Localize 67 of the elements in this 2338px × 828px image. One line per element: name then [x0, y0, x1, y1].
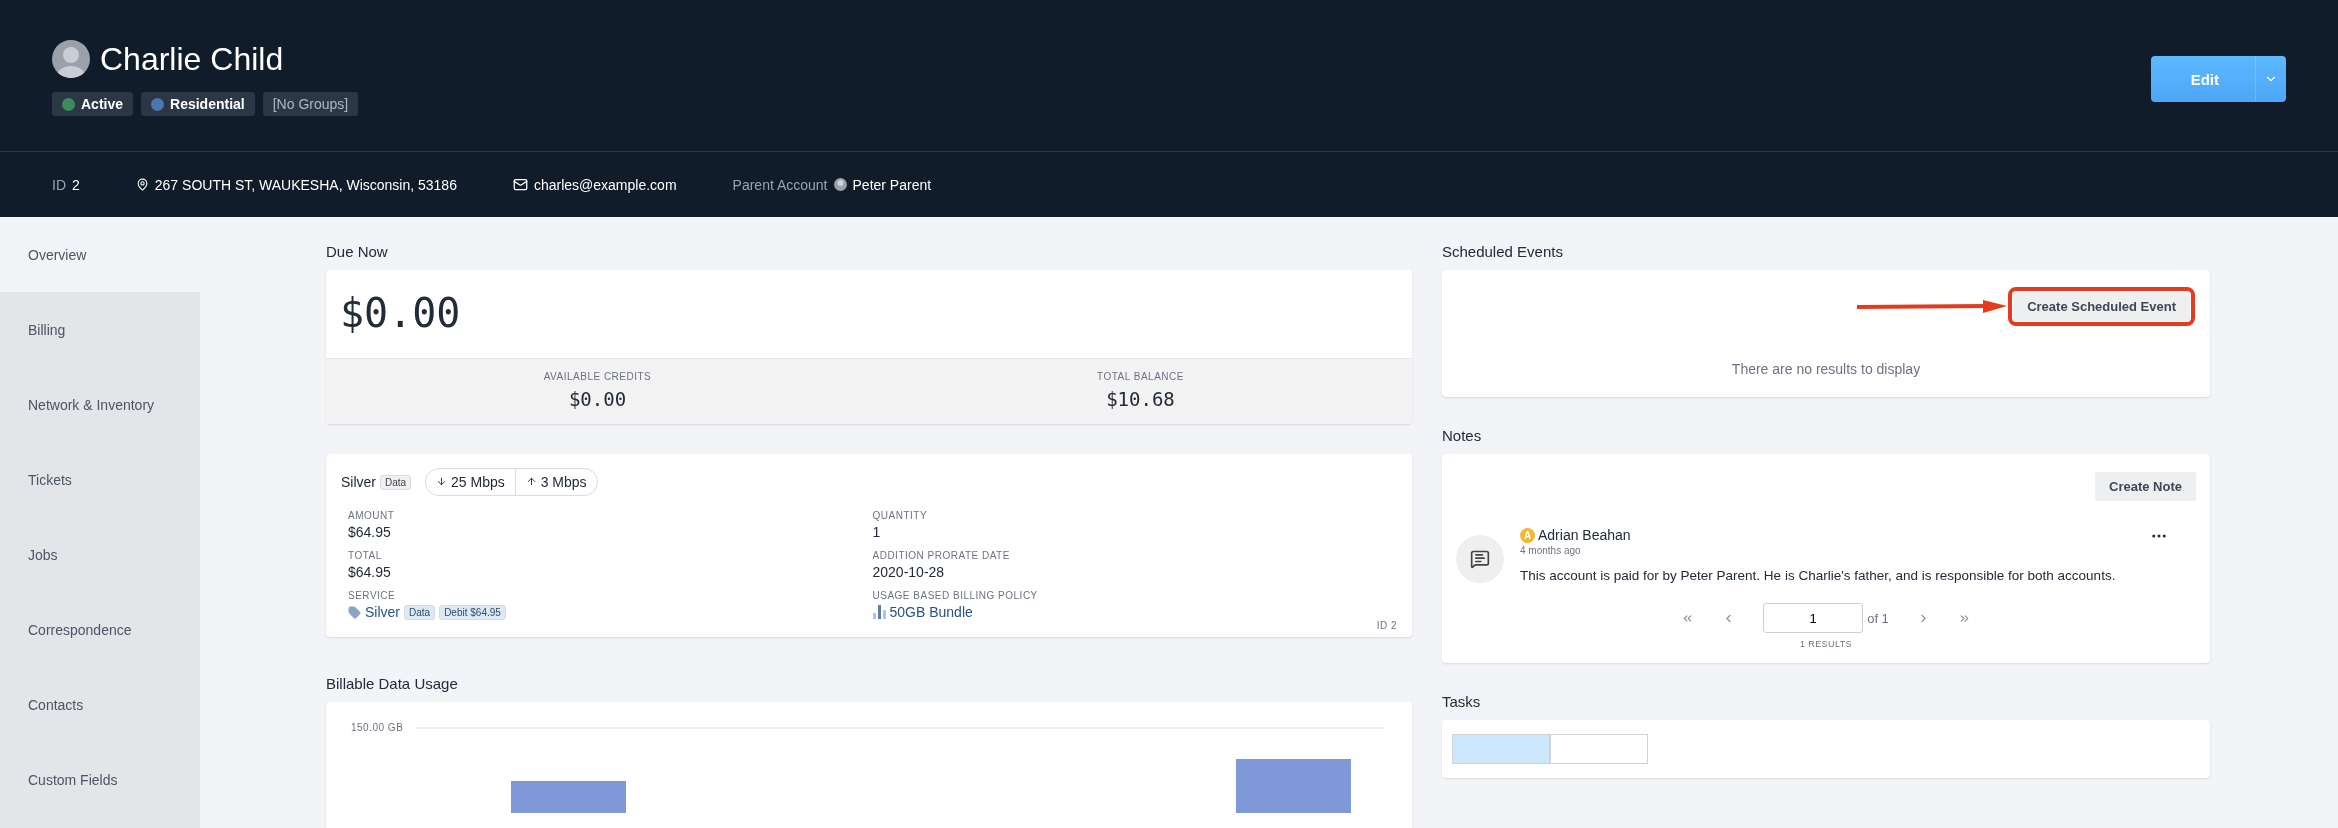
stat-label: AVAILABLE CREDITS — [543, 371, 652, 382]
customer-name: Charlie Child — [100, 40, 284, 78]
field-label: TOTAL — [348, 550, 383, 561]
empty-message: There are no results to display — [1730, 361, 1922, 377]
annotation-arrow-icon — [1857, 299, 2008, 314]
stat-value: $10.68 — [1106, 388, 1175, 410]
id-label: ID — [52, 176, 66, 193]
note-time: 4 months ago — [1520, 545, 1582, 556]
down-arrow-icon — [436, 476, 448, 487]
sidebar-item[interactable]: Billing — [0, 292, 200, 367]
up-arrow-icon — [525, 476, 537, 487]
service-badge: Data — [404, 604, 436, 620]
due-amount: $0.00 — [339, 289, 462, 338]
stat-label: TOTAL BALANCE — [1097, 371, 1184, 382]
note-text: This account is paid for by Peter Parent. He is Charlie's father, and is responsible for both accounts. — [1520, 567, 2117, 585]
status-tag: [No Groups] — [262, 92, 359, 116]
segment-tab[interactable] — [1550, 734, 1648, 764]
field-label: SERVICE — [348, 590, 397, 601]
service-name: Silver — [341, 474, 376, 490]
section-title: Billable Data Usage — [326, 675, 459, 692]
field-value: 2020-10-28 — [872, 564, 946, 580]
id-value: 2 — [72, 176, 80, 193]
status-tag: Residential — [141, 92, 255, 116]
sidebar-item[interactable]: Correspondence — [0, 592, 200, 667]
create-note-button[interactable]: Create Note — [2095, 472, 2196, 501]
field-label: USAGE BASED BILLING POLICY — [872, 590, 1039, 601]
page-count: of 1 — [1867, 610, 1889, 626]
parent-account-link[interactable]: Peter Parent — [852, 176, 932, 193]
note-icon — [1456, 535, 1504, 583]
field-label: AMOUNT — [348, 510, 396, 521]
status-tag: Active — [52, 92, 134, 116]
section-title: Due Now — [326, 243, 389, 260]
upload-speed: 3 Mbps — [514, 469, 597, 495]
service-type-badge: Data — [380, 474, 412, 490]
author-initial: A — [1520, 527, 1535, 543]
service-link[interactable]: Silver — [365, 604, 400, 620]
field-value: 1 — [872, 524, 882, 540]
section-title: Notes — [1442, 427, 1483, 444]
avatar-icon — [833, 178, 847, 191]
section-title: Scheduled Events — [1442, 243, 1564, 260]
policy-link[interactable]: 50GB Bundle — [889, 604, 973, 620]
sidebar-item[interactable]: Network & Inventory — [0, 367, 200, 442]
email-text: charles@example.com — [533, 176, 677, 193]
sidebar-item[interactable]: Tickets — [0, 442, 200, 517]
field-value: $64.95 — [348, 524, 392, 540]
avatar-icon — [52, 40, 90, 78]
download-speed: 25 Mbps — [426, 469, 515, 495]
address-text: 267 SOUTH ST, WAUKESHA, Wisconsin, 53186 — [154, 176, 457, 193]
sidebar-item[interactable]: Custom Fields — [0, 742, 200, 817]
service-badge: Debit $64.95 — [439, 604, 506, 620]
page-input[interactable]: 1 — [1763, 603, 1864, 633]
stat-value: $0.00 — [568, 388, 627, 410]
section-title: Tasks — [1442, 693, 1482, 710]
parent-account-label: Parent Account — [732, 176, 828, 193]
sidebar-item[interactable]: Contacts — [0, 667, 200, 742]
mail-icon — [512, 177, 528, 192]
map-pin-icon — [135, 178, 149, 191]
sidebar-item[interactable]: Jobs — [0, 517, 200, 592]
service-id: ID 2 — [1375, 620, 1397, 631]
bar-chart-icon — [872, 605, 886, 619]
results-count: 1 RESULTS — [1799, 639, 1853, 649]
axis-label: 150.00 GB — [351, 722, 404, 733]
field-value: $64.95 — [348, 564, 392, 580]
field-label: QUANTITY — [872, 510, 929, 521]
field-label: ADDITION PRORATE DATE — [872, 550, 1011, 561]
tag-icon — [348, 605, 361, 619]
author-name: Adrian Beahan — [1538, 527, 1631, 543]
